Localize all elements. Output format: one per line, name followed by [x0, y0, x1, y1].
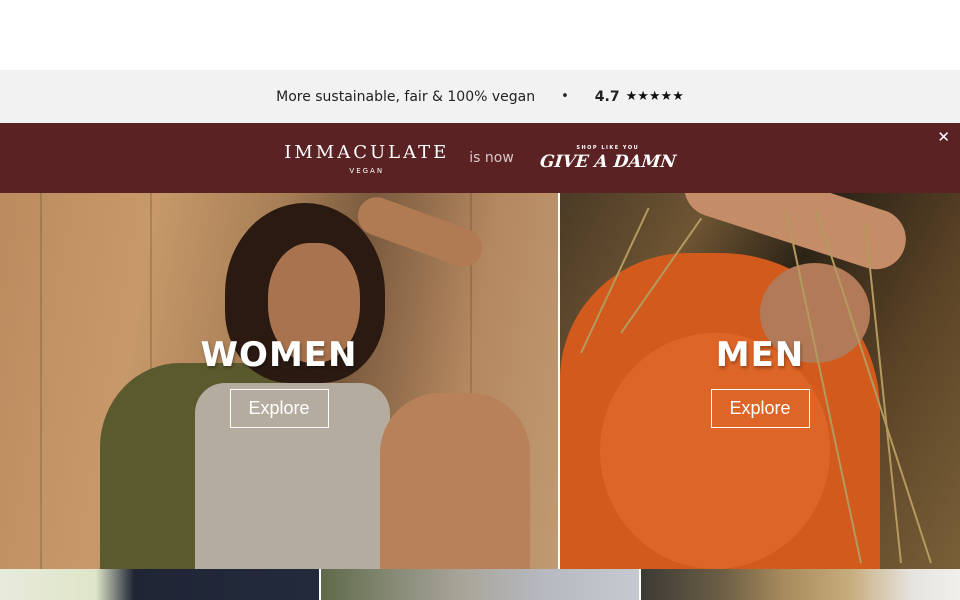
- explore-men-button[interactable]: Explore: [710, 388, 810, 428]
- old-brand-name: IMMACULATE: [284, 141, 450, 163]
- usp-bar: More sustainable, fair & 100% vegan • 4.…: [0, 70, 960, 123]
- hero-men-overlay: MEN Explore: [560, 193, 960, 569]
- category-tiles: [0, 569, 960, 600]
- usp-text: More sustainable, fair & 100% vegan: [276, 88, 536, 105]
- category-tile[interactable]: [320, 569, 640, 600]
- old-brand-logo: IMMACULATE VEGAN: [284, 142, 449, 175]
- close-icon[interactable]: ✕: [937, 128, 950, 146]
- rating-value[interactable]: 4.7: [595, 89, 620, 105]
- site-header: [0, 0, 960, 70]
- new-brand-tagline: SHOP LIKE YOU: [576, 144, 640, 151]
- usp-separator: •: [561, 89, 569, 104]
- new-brand-name: GIVE A DAMN: [538, 151, 677, 172]
- rating-stars-icon[interactable]: ★★★★★: [626, 89, 684, 104]
- new-brand-logo: SHOP LIKE YOU GIVE A DAMN: [538, 144, 677, 172]
- hero-men[interactable]: MEN Explore: [560, 193, 960, 569]
- hero-women[interactable]: WOMEN Explore: [0, 193, 558, 569]
- old-brand-sub: VEGAN: [349, 166, 385, 175]
- rebrand-banner: IMMACULATE VEGAN is now SHOP LIKE YOU GI…: [0, 123, 960, 193]
- rebrand-connector: is now: [469, 150, 514, 166]
- explore-women-button[interactable]: Explore: [229, 388, 329, 428]
- hero-men-title: MEN: [715, 334, 805, 375]
- hero-women-title: WOMEN: [200, 334, 358, 375]
- hero-women-overlay: WOMEN Explore: [0, 193, 558, 569]
- category-tile[interactable]: [641, 569, 960, 600]
- category-tile[interactable]: [0, 569, 319, 600]
